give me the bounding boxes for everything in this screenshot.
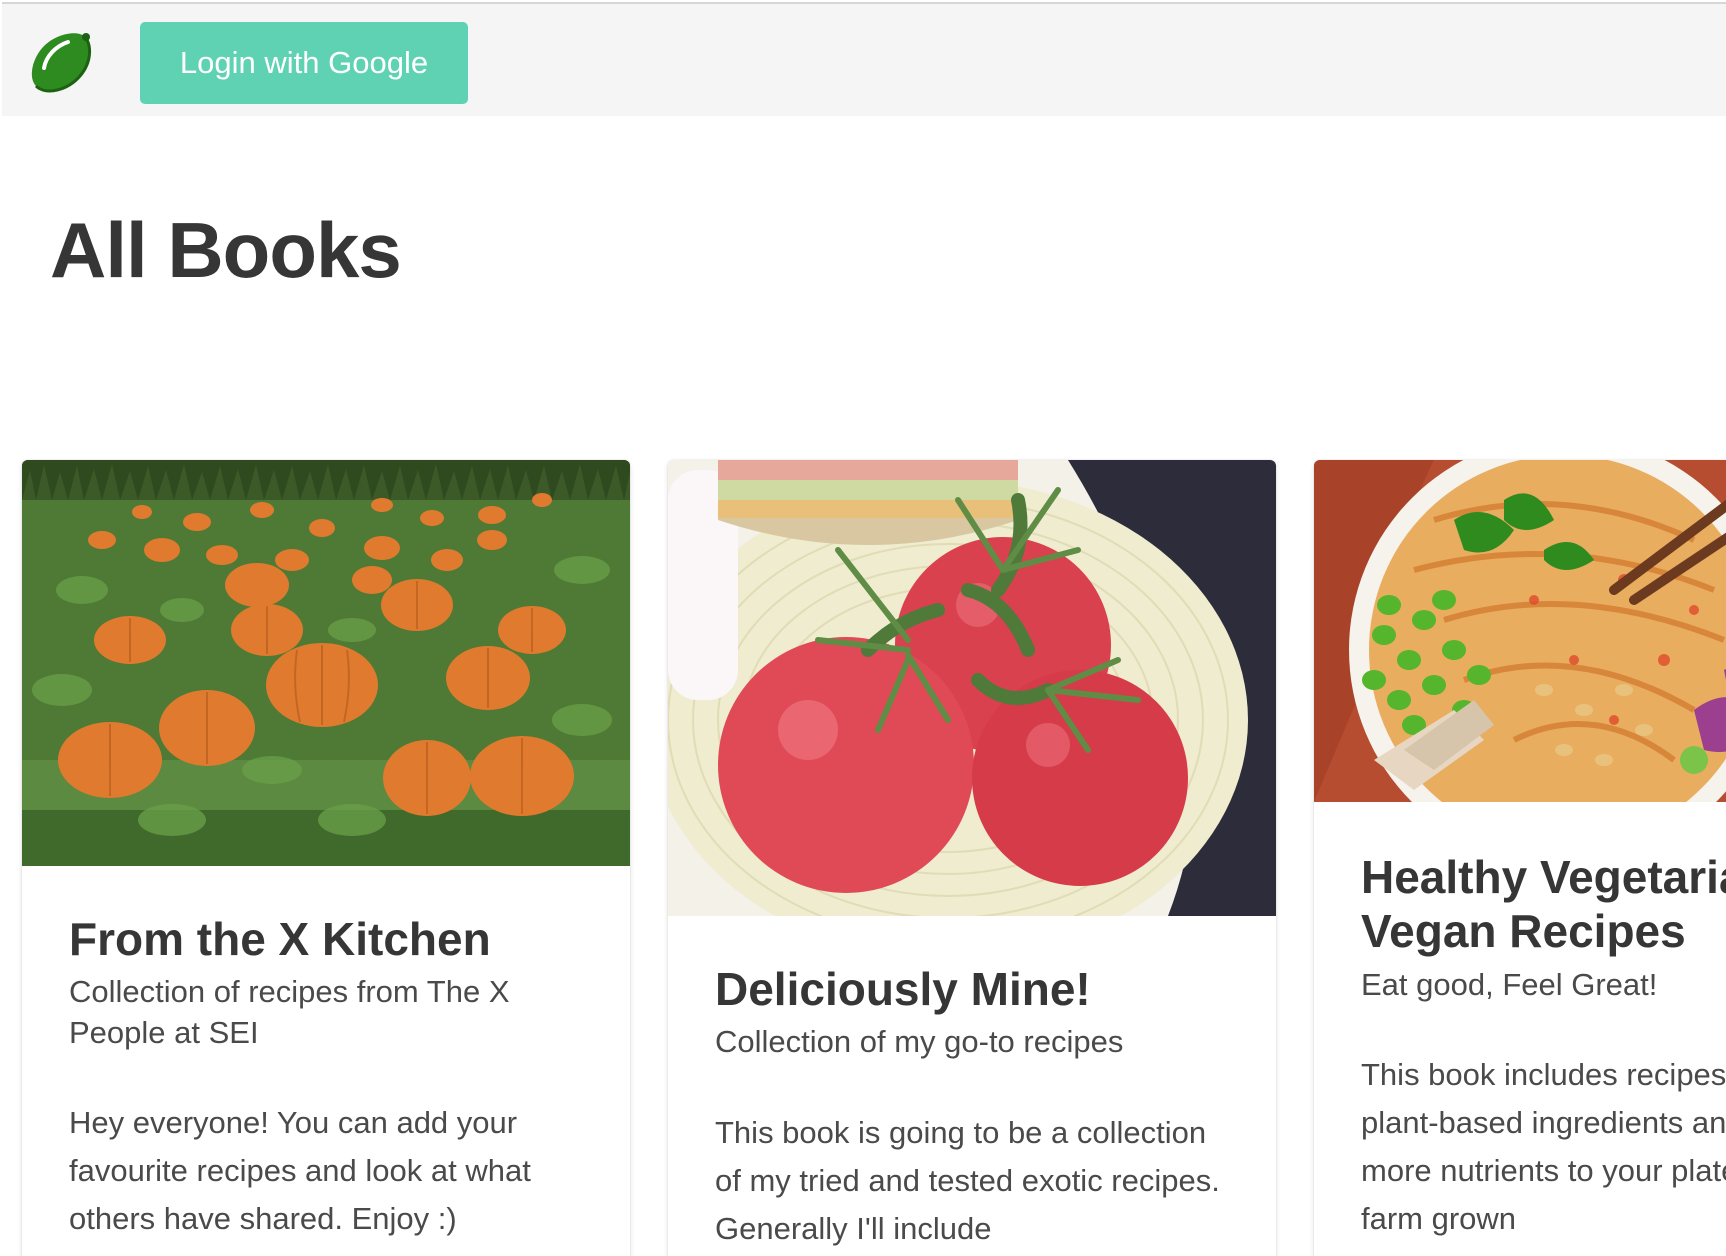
book-description: This book is going to be a collection of… [715,1114,1220,1246]
book-title[interactable]: From the X Kitchen [69,912,583,966]
tomatoes-image [668,460,1276,916]
page-title: All Books [50,206,402,294]
card-content: Healthy Vegetarian Vegan Recipes Eat goo… [1314,802,1726,1243]
book-card[interactable]: From the X Kitchen Collection of recipes… [22,460,630,1256]
card-content: Deliciously Mine! Collection of my go-to… [668,916,1276,1253]
noodle-bowl-image [1314,460,1726,802]
card-content: From the X Kitchen Collection of recipes… [22,866,630,1243]
navbar: Login with Google [2,2,1726,116]
book-card[interactable]: Healthy Vegetarian Vegan Recipes Eat goo… [1314,460,1726,1256]
login-with-google-button[interactable]: Login with Google [140,22,468,104]
page: Login with Google All Books From the X K… [0,0,1726,1256]
book-description: Hey everyone! You can add your favourite… [69,1104,531,1236]
lime-logo-icon[interactable] [26,28,96,98]
book-subtitle: Collection of my go-to recipes [715,1024,1124,1060]
book-subtitle: Collection of recipes from The X People … [69,974,510,1050]
book-title[interactable]: Deliciously Mine! [715,962,1229,1016]
book-title[interactable]: Healthy Vegetarian Vegan Recipes [1361,850,1726,959]
book-subtitle: Eat good, Feel Great! [1361,966,1658,1002]
book-card[interactable]: Deliciously Mine! Collection of my go-to… [668,460,1276,1256]
book-description: This book includes recipes mostly plant-… [1361,1056,1726,1236]
pumpkin-field-image [22,460,630,866]
